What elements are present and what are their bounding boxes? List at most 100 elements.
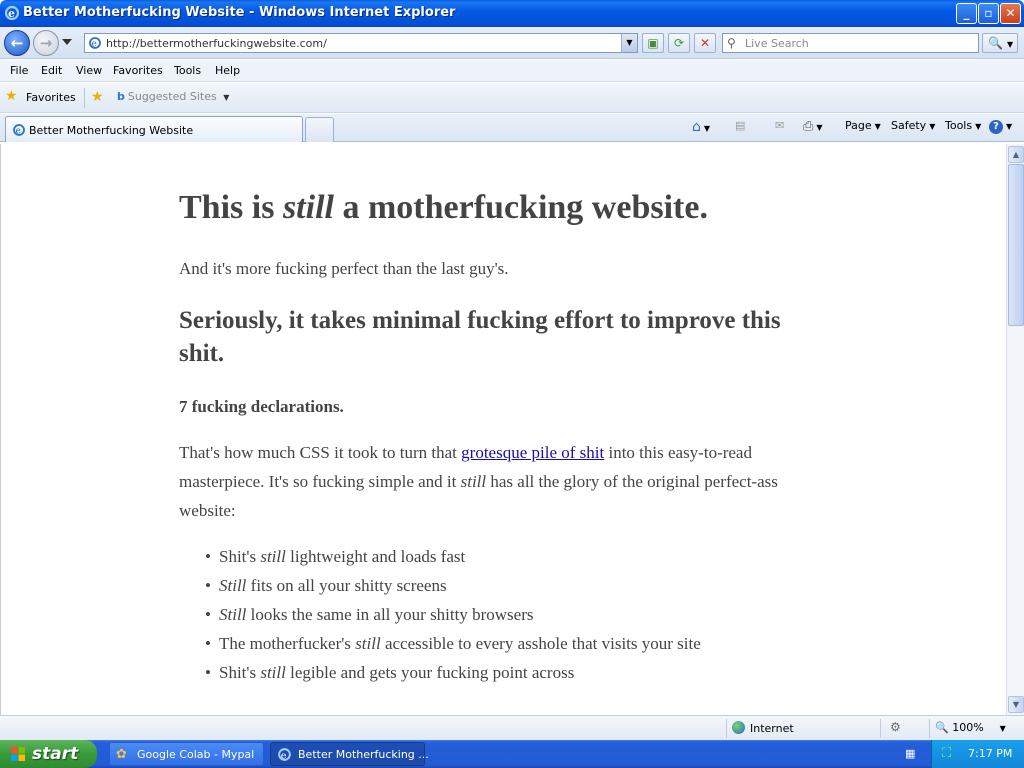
suggested-sites-button[interactable]: b Suggested Sites ▼ <box>117 90 229 103</box>
clock[interactable]: 7:17 PM <box>968 747 1012 760</box>
help-icon: ? <box>989 120 1003 134</box>
refresh-icon: ⟳ <box>673 36 685 50</box>
list-item-text: Shit's <box>219 547 261 566</box>
list-item-text: lightweight and loads fast <box>285 547 466 566</box>
home-button[interactable]: ⌂ ▼ <box>692 119 710 135</box>
help-dropdown-icon: ▼ <box>1006 122 1013 131</box>
search-button[interactable]: 🔍 ▼ <box>982 33 1018 53</box>
back-button[interactable]: ← <box>4 30 30 56</box>
menu-edit[interactable]: Edit <box>41 64 62 77</box>
list-item: Shit's still legible and gets your fucki… <box>179 658 701 687</box>
tools-dropdown-icon: ▼ <box>975 122 982 131</box>
mypal-browser-icon: ✿ <box>116 747 127 762</box>
taskbar-ie-icon: e <box>278 748 291 761</box>
scroll-up-button[interactable]: ▲ <box>1008 146 1024 163</box>
title-bar: e Better Motherfucking Website - Windows… <box>0 0 1024 27</box>
feeds-button[interactable]: ▤ <box>735 119 745 132</box>
grotesque-pile-link[interactable]: grotesque pile of shit <box>461 443 604 462</box>
list-item-emphasis: still <box>260 663 286 682</box>
taskbar-item-ie[interactable]: e Better Motherfucking ... <box>270 742 429 766</box>
list-item: Shit's still lightweight and loads fast <box>179 542 701 571</box>
search-box[interactable]: ⚲ <box>722 33 979 53</box>
list-item-emphasis: still <box>260 547 286 566</box>
list-item-text: fits on all your shitty screens <box>246 576 447 595</box>
menu-tools[interactable]: Tools <box>174 64 201 77</box>
address-bar[interactable]: e ▼ <box>84 33 638 53</box>
heading-emphasis: still <box>282 189 334 226</box>
page-ie-icon: e <box>89 37 101 50</box>
url-input[interactable] <box>106 35 606 51</box>
list-item: Still looks the same in all your shitty … <box>179 600 701 629</box>
compatibility-view-button[interactable]: ▣ <box>642 33 664 53</box>
protected-mode-icon[interactable]: ⚙ <box>890 720 901 734</box>
para-text-1: That's how much CSS it took to turn that <box>179 443 462 462</box>
page-dropdown-icon: ▼ <box>874 122 881 131</box>
forward-arrow-icon: → <box>39 34 53 52</box>
zoom-dropdown-icon: ▼ <box>999 724 1006 733</box>
subheading: Seriously, it takes minimal fucking effo… <box>179 307 781 367</box>
taskbar-item-label: Better Motherfucking ... <box>298 748 429 761</box>
scroll-down-button[interactable]: ▼ <box>1008 696 1024 713</box>
menu-bar: File Edit View Favorites Tools Help <box>0 60 1024 82</box>
svg-text:e: e <box>16 127 21 137</box>
search-icon: 🔍 <box>988 36 1003 50</box>
suggested-sites-dropdown-icon: ▼ <box>223 93 230 102</box>
status-separator <box>880 719 881 738</box>
add-to-favorites-bar-icon[interactable]: ★ <box>91 89 104 105</box>
close-button[interactable]: ✕ <box>1000 3 1021 24</box>
menu-help[interactable]: Help <box>215 64 240 77</box>
internet-explorer-icon: e <box>4 5 20 21</box>
list-item: The motherfucker's still accessible to e… <box>179 629 701 658</box>
zoom-icon: 🔍 <box>935 721 949 734</box>
recent-pages-dropdown[interactable] <box>62 39 72 45</box>
safety-menu-label: Safety <box>891 119 927 132</box>
start-label: start <box>32 744 79 764</box>
keyboard-icon[interactable]: ▦ <box>905 747 915 760</box>
menu-file[interactable]: File <box>10 64 28 77</box>
read-mail-button[interactable]: ✉ <box>775 119 784 132</box>
heading-text-2: a motherfucking website. <box>333 189 708 226</box>
back-arrow-icon: ← <box>10 34 24 52</box>
search-input[interactable] <box>745 35 975 51</box>
list-item-text: The motherfucker's <box>219 634 356 653</box>
print-button[interactable]: ⎙ ▼ <box>803 119 823 134</box>
section-heading: 7 fucking declarations. <box>179 397 344 416</box>
body-paragraph: That's how much CSS it took to turn that… <box>179 438 819 525</box>
list-item: Still fits on all your shitty screens <box>179 571 701 600</box>
menu-view[interactable]: View <box>76 64 102 77</box>
window-title: Better Motherfucking Website - Windows I… <box>23 5 456 20</box>
zone-label: Internet <box>750 722 794 735</box>
page-menu-button[interactable]: Page ▼ <box>845 119 881 132</box>
network-icon[interactable]: ⛶ <box>942 746 951 761</box>
address-dropdown-button[interactable]: ▼ <box>621 34 637 52</box>
list-item-emphasis: Still <box>219 576 247 595</box>
safety-menu-button[interactable]: Safety ▼ <box>891 119 935 132</box>
tools-menu-button[interactable]: Tools ▼ <box>945 119 981 132</box>
refresh-button[interactable]: ⟳ <box>668 33 690 53</box>
page-heading: This is still a motherfucking website. <box>179 188 708 228</box>
internet-zone-icon <box>732 721 745 734</box>
zoom-level-button[interactable]: 🔍 100% ▼ <box>935 721 1006 734</box>
print-dropdown-icon: ▼ <box>816 123 823 132</box>
svg-text:e: e <box>281 750 287 761</box>
svg-text:e: e <box>8 7 15 20</box>
scrollbar-thumb[interactable] <box>1008 164 1024 326</box>
lead-paragraph: And it's more fucking perfect than the l… <box>179 259 509 278</box>
favorites-separator <box>84 88 85 108</box>
taskbar-item-google-colab[interactable]: ✿ Google Colab - Mypal <box>109 742 264 766</box>
help-button[interactable]: ? ▼ <box>989 119 1012 134</box>
maximize-button[interactable]: ▫ <box>978 3 999 24</box>
stop-button[interactable]: ✕ <box>694 33 716 53</box>
start-button[interactable]: start <box>0 740 97 768</box>
favorites-bar: ★ Favorites ★ b Suggested Sites ▼ <box>0 83 1024 113</box>
search-options-dropdown-icon: ▼ <box>1006 40 1014 49</box>
security-zone[interactable]: Internet <box>732 721 794 735</box>
list-item-emphasis: Still <box>219 605 247 624</box>
forward-button[interactable]: → <box>33 30 59 56</box>
menu-favorites[interactable]: Favorites <box>113 64 163 77</box>
home-icon: ⌂ <box>692 119 701 135</box>
tab-better-motherfucking-website[interactable]: e Better Motherfucking Website <box>5 116 303 142</box>
minimize-button[interactable]: _ <box>956 3 977 24</box>
new-tab-button[interactable] <box>305 117 334 142</box>
vertical-scrollbar[interactable]: ▲ ▼ <box>1006 144 1024 715</box>
